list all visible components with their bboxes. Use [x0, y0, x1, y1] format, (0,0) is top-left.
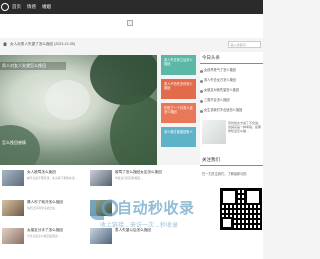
sidebar-thumbnail[interactable]	[202, 120, 226, 144]
feature-tile[interactable]: 失败了一个月男人还怎么挽回	[161, 103, 196, 123]
hero-title[interactable]: 男人对女人失望怎么挽回	[2, 63, 46, 69]
search-input[interactable]: 输入关键词...	[228, 41, 261, 48]
bullet-icon	[200, 110, 203, 113]
breadcrumb: 女人对男人失望了怎么挽回 (2023-12-09)	[10, 42, 75, 46]
post-title[interactable]: 情人吵了就冷怎么挽回	[27, 200, 63, 205]
post-title[interactable]: 女人被骂怎么挽回	[27, 170, 56, 175]
sidebar-link[interactable]: 男人失去女方怎么挽回	[204, 78, 236, 83]
feature-tile[interactable]: 怎么做才能挽回男人	[161, 127, 196, 147]
bullet-icon	[200, 70, 203, 73]
feature-tile[interactable]: 男人不怕失去你怎么挽回	[161, 79, 196, 99]
sidebar-link[interactable]: 女孩吊丧气了怎么挽回	[204, 68, 236, 73]
post-thumbnail[interactable]	[2, 228, 24, 244]
top-banner	[0, 14, 263, 38]
nav-item-home[interactable]: 首页	[12, 3, 21, 11]
post-thumbnail[interactable]	[90, 228, 112, 244]
qr-finder	[221, 217, 233, 229]
post-thumbnail[interactable]	[2, 170, 24, 186]
nav-item-emotion[interactable]: 情感	[27, 3, 36, 11]
sidebar-link[interactable]: 三观不合怎么挽回	[204, 98, 230, 103]
post-thumbnail[interactable]	[90, 170, 112, 186]
site-logo-icon[interactable]	[1, 3, 9, 11]
follow-title: 关注我们	[202, 157, 220, 162]
light-shape	[45, 80, 90, 120]
follow-note: 扫一扫关注我们，了解最新动态	[202, 172, 247, 176]
sidebar-link[interactable]: 女朋友对我失望怎么挽回	[204, 88, 239, 93]
watermark-subtext: 收上链接→来访一次→秒收录	[100, 223, 179, 229]
post-title[interactable]: 被骂了怎么挽回女友怎么挽回	[115, 170, 162, 175]
top-navbar: 首页 情感 婚姻	[0, 0, 263, 14]
post-thumbnail[interactable]	[2, 200, 24, 216]
bullet-icon	[200, 90, 203, 93]
divider	[200, 165, 263, 166]
bullet-icon	[200, 100, 203, 103]
foliage-shape	[110, 95, 157, 165]
post-excerpt: 被骂之后不要慌张，先冷静下来想办法...	[27, 176, 77, 180]
nav-item-marriage[interactable]: 婚姻	[42, 3, 51, 11]
sidebar-excerpt: 有时候女方说了不合适，但其实是一种考验，如果你知道怎么做...	[228, 121, 262, 133]
watermark-logo-icon	[90, 199, 118, 220]
watermark-text: 自动秒收录	[117, 200, 195, 217]
divider	[200, 63, 263, 64]
hero-slideshow[interactable]	[0, 55, 157, 165]
sidebar-title: 今日头条	[202, 55, 220, 60]
hero-caption[interactable]: 怎么挽回感情	[0, 140, 26, 146]
post-excerpt: 分手之后怎么挽回女朋友...	[27, 234, 61, 238]
sidebar-link[interactable]: 女生说我们不合适怎么挽回	[204, 108, 242, 113]
post-excerpt: 学会这几招就能挽回...	[115, 176, 143, 180]
feature-tile[interactable]: 男人失去你之后怎么挽回	[161, 55, 196, 75]
post-title[interactable]: 女朋友分手了怎么挽回	[27, 228, 63, 233]
broken-image-icon	[127, 20, 133, 26]
bullet-icon	[200, 80, 203, 83]
